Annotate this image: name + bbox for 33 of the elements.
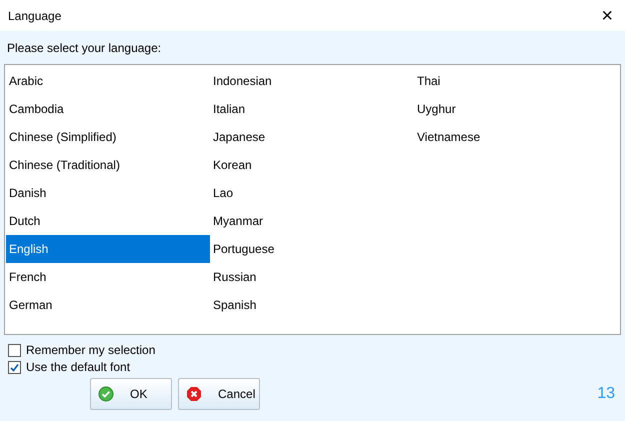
language-item[interactable]: Indonesian — [210, 67, 414, 95]
language-item[interactable]: Italian — [210, 95, 414, 123]
language-item[interactable]: Russian — [210, 263, 414, 291]
language-item[interactable]: Thai — [414, 67, 618, 95]
language-item[interactable]: Spanish — [210, 291, 414, 319]
language-item[interactable]: Vietnamese — [414, 123, 618, 151]
checkbox-label: Use the default font — [26, 359, 130, 376]
language-item[interactable]: Cambodia — [6, 95, 210, 123]
language-item[interactable]: Chinese (Traditional) — [6, 151, 210, 179]
language-item[interactable]: Chinese (Simplified) — [6, 123, 210, 151]
language-item[interactable]: German — [6, 291, 210, 319]
checkbox[interactable] — [8, 344, 21, 356]
checkbox[interactable] — [8, 360, 21, 374]
language-item[interactable]: Arabic — [6, 67, 210, 95]
language-item[interactable]: English — [6, 235, 210, 263]
language-item[interactable]: Lao — [210, 179, 414, 207]
language-item[interactable]: Dutch — [6, 207, 210, 235]
prompt-text: Please select your language: — [6, 40, 162, 56]
ok-button[interactable]: OK — [90, 378, 172, 410]
language-item[interactable]: Portuguese — [210, 235, 414, 263]
language-item[interactable]: Myanmar — [210, 207, 414, 235]
cancel-button[interactable]: Cancel — [178, 378, 260, 410]
close-button[interactable]: × — [597, 6, 617, 26]
window-title: Language — [8, 8, 62, 24]
language-item[interactable]: Danish — [6, 179, 210, 207]
language-item[interactable]: Uyghur — [414, 95, 618, 123]
language-item[interactable]: French — [6, 263, 210, 291]
language-item[interactable]: Japanese — [210, 123, 414, 151]
checkbox-label: Remember my selection — [26, 342, 156, 359]
count-label: 13 — [597, 384, 615, 404]
language-item[interactable]: Korean — [210, 151, 414, 179]
check-icon — [98, 386, 114, 402]
cancel-icon — [186, 386, 202, 402]
